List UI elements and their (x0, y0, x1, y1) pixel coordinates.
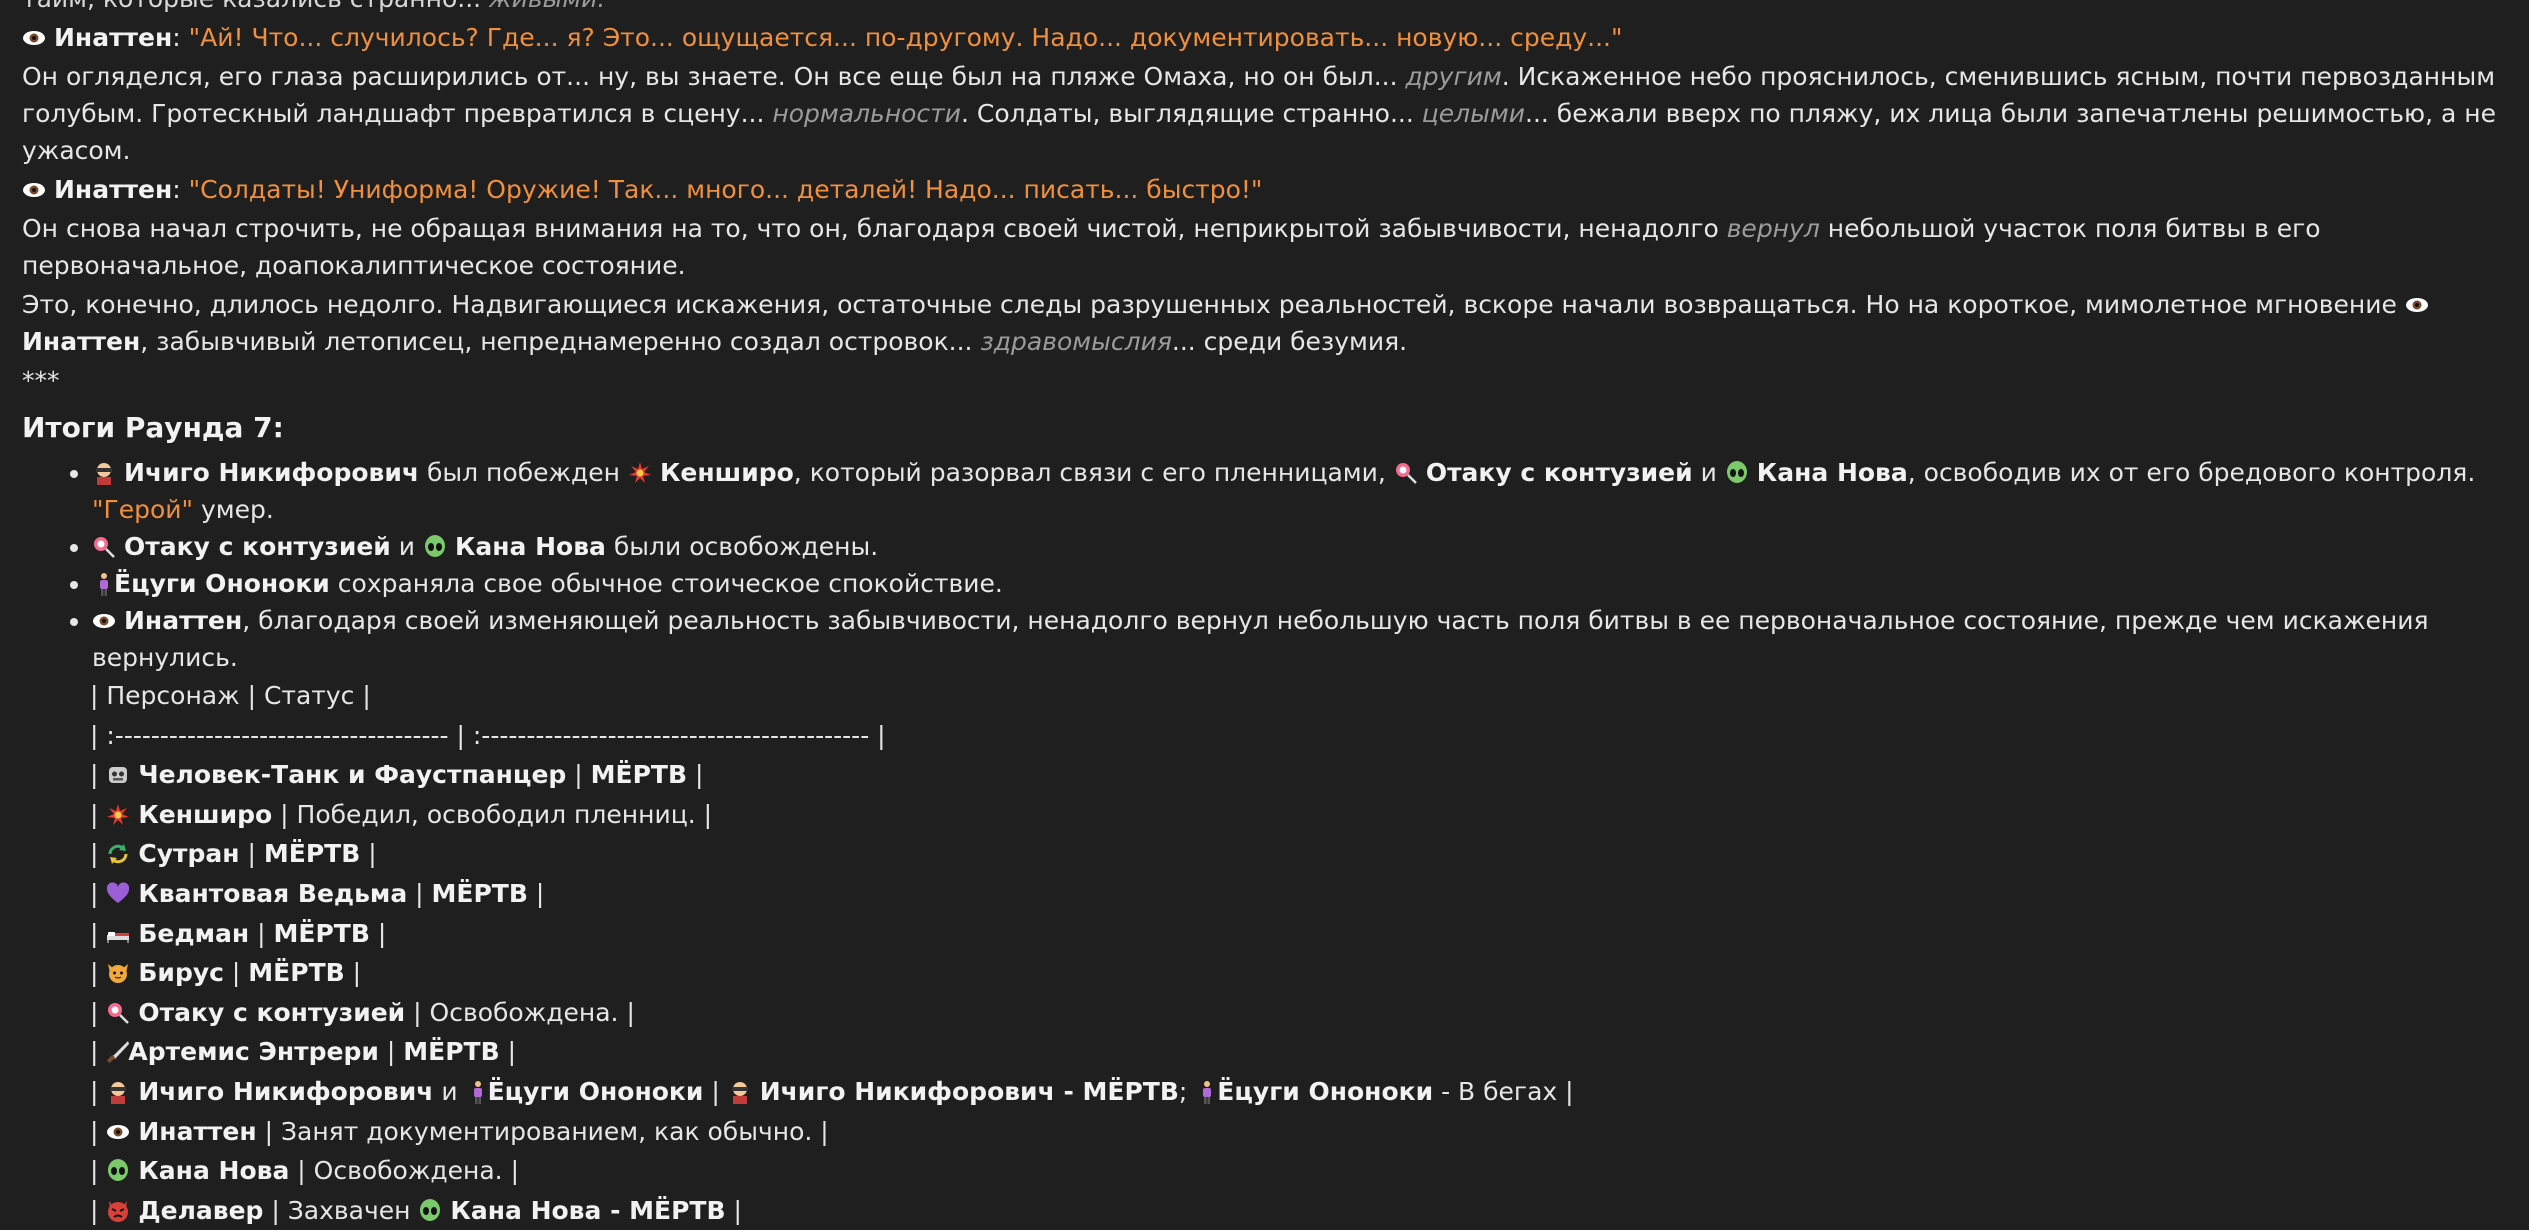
table-row: | Кенширо | Победил, освободил пленниц. … (90, 799, 713, 829)
eye-icon (92, 609, 116, 633)
table-divider: | :-------------------------------------… (90, 720, 886, 750)
table-row: | Квантовая Ведьма | МЁРТВ | (90, 878, 545, 908)
table-header: | Персонаж | Статус | (90, 681, 371, 710)
speech-quote: "Солдаты! Униформа! Оружие! Так... много… (188, 175, 1263, 204)
status-table: | Персонаж | Статус | | :---------------… (90, 676, 2502, 1230)
lollipop-icon (1394, 461, 1418, 485)
ninja-icon (92, 461, 116, 485)
ninja-icon (106, 1080, 130, 1104)
speech-line-1: Инаттен: "Ай! Что... случилось? Где... я… (22, 19, 2502, 56)
table-row: | Кана Нова | Освобождена. | (90, 1156, 519, 1186)
alien-icon (418, 1198, 442, 1223)
list-item: Инаттен, благодаря своей изменяющей реал… (92, 602, 2502, 676)
cut-off-line: тайм, которые казались странно... живыми… (22, 0, 2502, 17)
eye-icon (2405, 293, 2429, 317)
eye-icon (22, 178, 46, 202)
standing-person-icon (466, 1080, 484, 1104)
table-row: | Инаттен | Занят документированием, как… (90, 1116, 829, 1146)
table-row: | Бирус | МЁРТВ | (90, 958, 362, 988)
knife-icon (106, 1040, 130, 1064)
alien-icon (1725, 461, 1749, 485)
table-row: | Делавер | Захвачен Кана Нова - МЁРТВ | (90, 1195, 742, 1225)
eye-icon (106, 1120, 130, 1144)
chat-message: тайм, которые казались странно... живыми… (22, 0, 2502, 1230)
ninja-icon (728, 1080, 752, 1104)
speech-quote: "Ай! Что... случилось? Где... я? Это... … (188, 23, 1623, 52)
table-row: | Сутран | МЁРТВ | (90, 839, 377, 869)
speech-line-2: Инаттен: "Солдаты! Униформа! Оружие! Так… (22, 171, 2502, 208)
standing-person-icon (92, 572, 110, 596)
lollipop-icon (92, 535, 116, 559)
explosion-icon (628, 461, 652, 485)
list-item: Ичиго Никифорович был побежден Кенширо, … (92, 454, 2502, 528)
narration-paragraph-2: Он снова начал строчить, не обращая вним… (22, 214, 2321, 280)
list-item: Ёцуги Ононоки сохраняла свое обычное сто… (92, 565, 2502, 602)
standing-person-icon (1195, 1080, 1213, 1104)
table-row: | Артемис Энтрери | МЁРТВ | (90, 1037, 517, 1067)
summary-list: Ичиго Никифорович был побежден Кенширо, … (22, 454, 2502, 676)
cat-face-icon (106, 961, 130, 985)
robot-icon (106, 763, 130, 787)
table-row: | Отаку с контузией | Освобождена. | (90, 997, 635, 1027)
narration-paragraph-3: Это, конечно, длилось недолго. Надвигающ… (22, 286, 2502, 360)
explosion-icon (106, 803, 130, 827)
narration-paragraph-1: Он огляделся, его глаза расширились от..… (22, 62, 2496, 165)
alien-icon (423, 535, 447, 559)
purple-heart-icon (106, 882, 130, 906)
angry-devil-icon (106, 1199, 130, 1223)
speaker-name: Инаттен (54, 23, 173, 52)
separator: *** (22, 366, 60, 395)
table-row: | Ичиго Никифорович и Ёцуги Ононоки | Ич… (90, 1076, 1574, 1106)
table-row: | Человек-Танк и Фаустпанцер | МЁРТВ | (90, 760, 704, 790)
table-row: | Бедман | МЁРТВ | (90, 918, 387, 948)
cycle-arrows-icon (106, 842, 130, 866)
speaker-name: Инаттен (54, 175, 173, 204)
summary-heading: Итоги Раунда 7: (22, 411, 284, 444)
bed-icon (106, 922, 130, 946)
alien-icon (106, 1159, 130, 1183)
lollipop-icon (106, 1001, 130, 1025)
eye-icon (22, 26, 46, 50)
list-item: Отаку с контузией и Кана Нова были освоб… (92, 528, 2502, 565)
